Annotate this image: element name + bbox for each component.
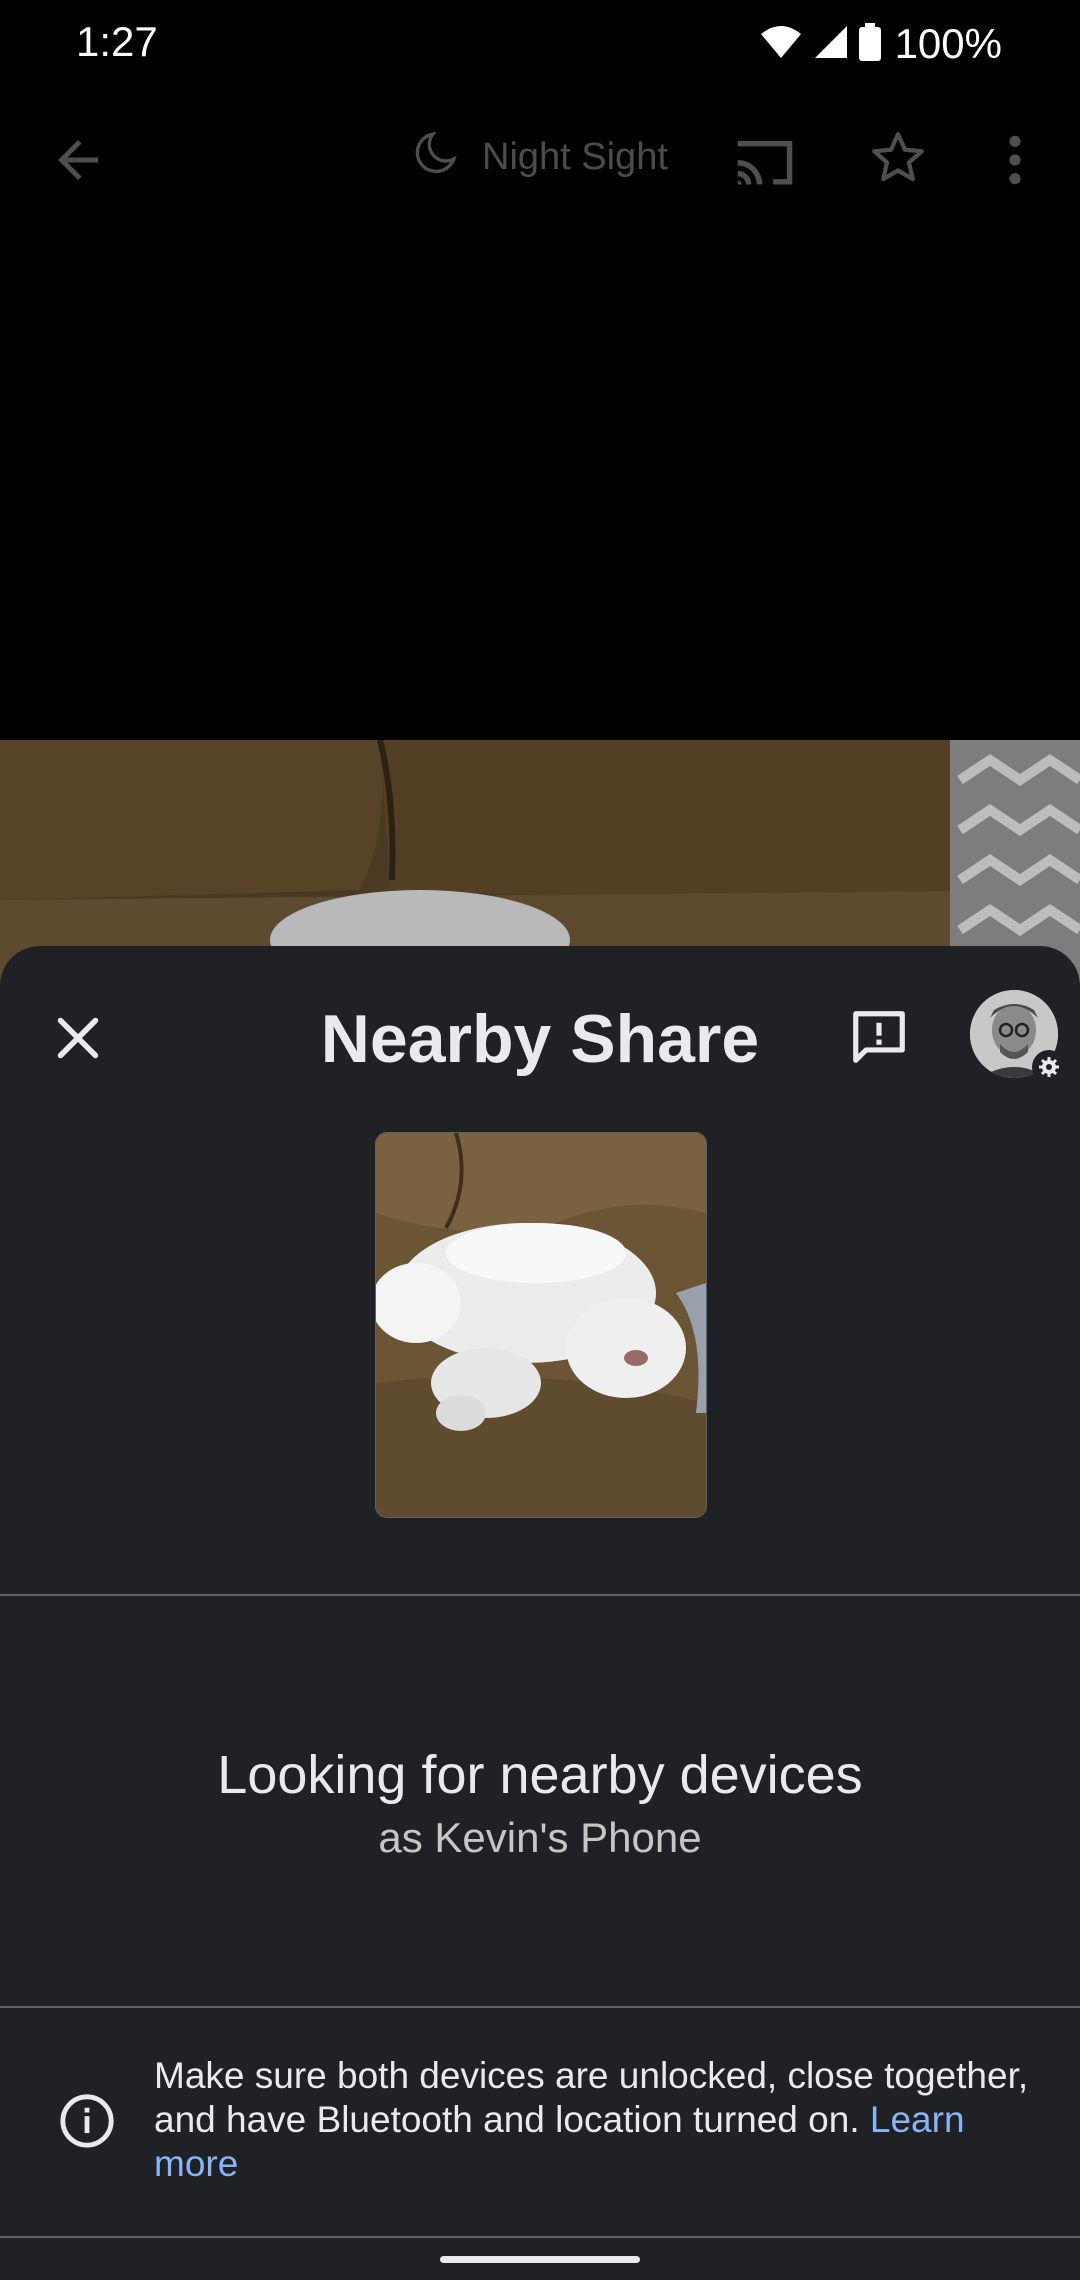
shared-photo-thumbnail — [375, 1132, 707, 1518]
info-message: Make sure both devices are unlocked, clo… — [154, 2054, 1034, 2186]
night-sight-label: Night Sight — [482, 136, 668, 178]
nearby-share-sheet: Nearby Share Looking for nearby devices … — [0, 946, 1080, 2280]
settings-gear-icon[interactable] — [1032, 1050, 1066, 1084]
divider — [0, 2236, 1080, 2238]
battery-icon — [858, 22, 881, 66]
device-name: as Kevin's Phone — [378, 1814, 702, 1861]
sheet-title: Nearby Share — [320, 1001, 760, 1077]
divider — [0, 1594, 1080, 1596]
back-arrow-icon[interactable] — [48, 130, 108, 195]
status-time: 1:27 — [76, 18, 158, 65]
night-sight-chip[interactable]: Night Sight — [412, 130, 668, 185]
status-icons: 100% — [759, 20, 1002, 68]
screen: 1:27 100% Night Sight Nearby Share Looki… — [0, 0, 1080, 2280]
photo-app-bar: Night Sight — [0, 100, 1080, 220]
more-vert-icon[interactable] — [1000, 132, 1030, 193]
signal-icon — [813, 24, 849, 65]
moon-icon — [412, 130, 462, 185]
cast-icon[interactable] — [732, 130, 798, 195]
wifi-icon — [759, 24, 803, 65]
home-indicator[interactable] — [440, 2256, 640, 2263]
battery-percent: 100% — [894, 20, 1002, 67]
info-icon — [58, 2092, 116, 2155]
status-bar: 1:27 100% — [0, 0, 1080, 90]
divider — [0, 2006, 1080, 2008]
searching-status: Looking for nearby devices — [217, 1745, 863, 1805]
star-icon[interactable] — [868, 128, 928, 193]
feedback-icon[interactable] — [848, 1006, 910, 1073]
